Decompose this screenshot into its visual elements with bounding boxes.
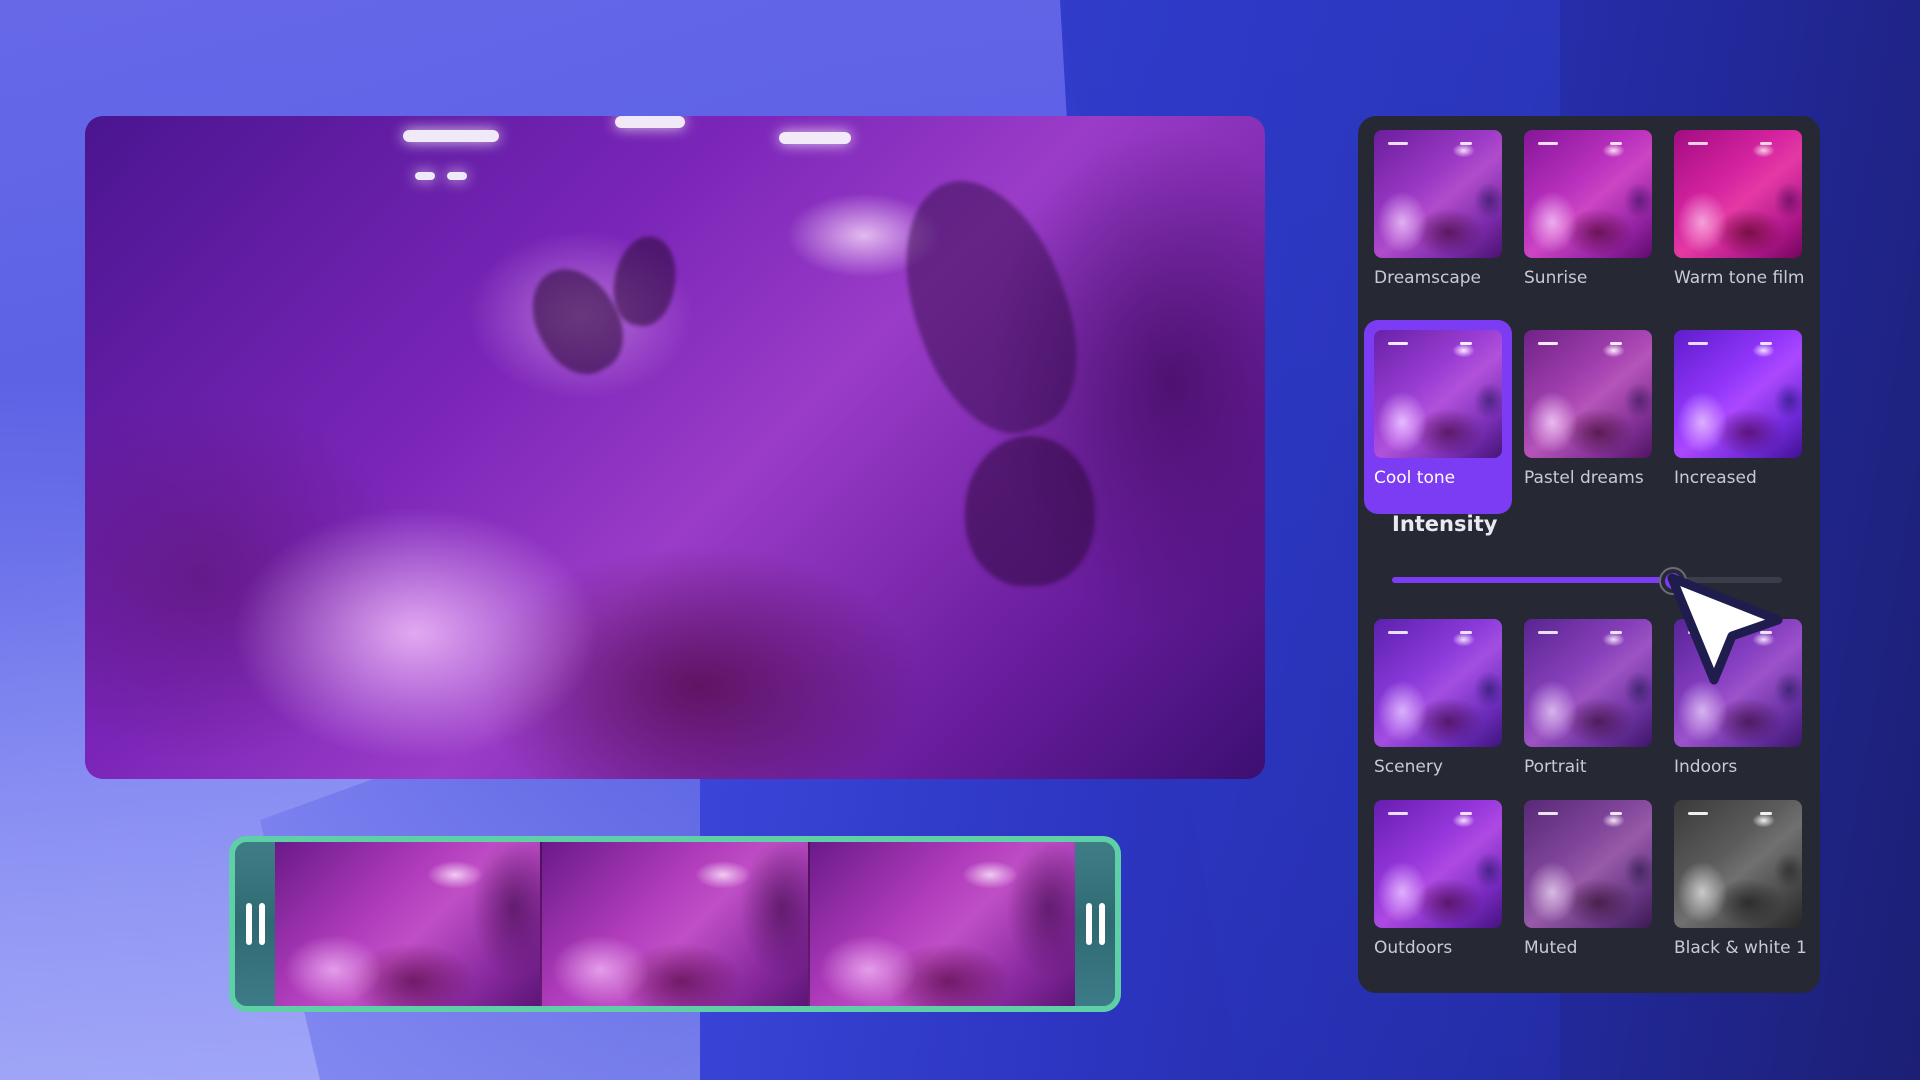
filter-thumbnail (1524, 130, 1652, 258)
filter-tile-indoors[interactable]: Indoors (1664, 609, 1812, 803)
filter-thumbnail (1374, 130, 1502, 258)
filter-thumbnail (1674, 330, 1802, 458)
filter-label: Scenery (1374, 757, 1443, 777)
filter-thumbnail (1524, 619, 1652, 747)
filter-tile-outdoors[interactable]: Outdoors (1364, 790, 1512, 984)
filter-tile-cool[interactable]: Cool tone (1364, 320, 1512, 514)
filter-tile-muted[interactable]: Muted (1514, 790, 1662, 984)
filter-label: Portrait (1524, 757, 1587, 777)
filter-label: Outdoors (1374, 938, 1453, 958)
trim-handle-left[interactable] (235, 842, 275, 1006)
timeline-frame (809, 842, 1075, 1006)
filter-tile-sunrise[interactable]: Sunrise (1514, 120, 1662, 314)
stage-light (615, 116, 685, 128)
filter-thumbnail (1374, 800, 1502, 928)
filter-tile-portrait[interactable]: Portrait (1514, 609, 1662, 803)
filter-label: Dreamscape (1374, 268, 1482, 288)
filter-thumbnail (1674, 130, 1802, 258)
filter-label: Indoors (1674, 757, 1738, 777)
filter-thumbnail (1674, 800, 1802, 928)
intensity-label: Intensity (1392, 512, 1498, 536)
filter-tile-dreamscape[interactable]: Dreamscape (1364, 120, 1512, 314)
timeline-frames (275, 842, 1075, 1006)
timeline-frame (275, 842, 543, 1006)
timeline-frame (542, 842, 810, 1006)
stage-light (415, 172, 435, 180)
stage-light (403, 130, 499, 142)
person-head (965, 436, 1095, 586)
filter-tile-warm[interactable]: Warm tone film (1664, 120, 1812, 314)
filter-tile-bw[interactable]: Black & white 1 (1664, 790, 1812, 984)
timeline-clip[interactable] (229, 836, 1121, 1012)
filter-thumbnail (1374, 619, 1502, 747)
filter-tile-scenery[interactable]: Scenery (1364, 609, 1512, 803)
stage-light (447, 172, 467, 180)
filter-label: Black & white 1 (1674, 938, 1807, 958)
filter-label: Sunrise (1524, 268, 1588, 288)
filter-label: Cool tone (1374, 468, 1456, 488)
raised-hand (875, 158, 1105, 454)
filter-label: Muted (1524, 938, 1578, 958)
pause-trim-handle-icon (1098, 903, 1105, 945)
pause-trim-handle-icon (1085, 903, 1092, 945)
trim-handle-right[interactable] (1075, 842, 1115, 1006)
filter-thumbnail (1524, 800, 1652, 928)
filter-thumbnail (1524, 330, 1652, 458)
slider-thumb[interactable] (1658, 567, 1687, 595)
filter-tile-increased[interactable]: Increased (1664, 320, 1812, 514)
video-preview[interactable] (85, 116, 1265, 779)
slider-fill (1392, 577, 1673, 583)
filter-label: Pastel dreams (1524, 468, 1644, 488)
pause-trim-handle-icon (245, 903, 252, 945)
filter-thumbnail (1674, 619, 1802, 747)
stage-light (779, 132, 851, 144)
filter-thumbnail (1374, 330, 1502, 458)
pause-trim-handle-icon (258, 903, 265, 945)
filter-label: Warm tone film (1674, 268, 1805, 288)
intensity-slider[interactable] (1392, 567, 1782, 595)
filter-label: Increased (1674, 468, 1757, 488)
filter-tile-pastel[interactable]: Pastel dreams (1514, 320, 1662, 514)
